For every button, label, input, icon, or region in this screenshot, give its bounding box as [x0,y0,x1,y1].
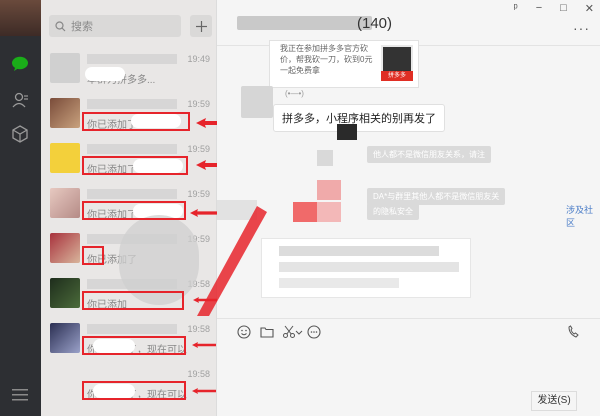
scissors-icon[interactable] [282,325,296,339]
annotation-box [82,156,188,175]
red-smear [197,206,267,316]
chevron-down-icon[interactable] [295,325,303,339]
annotation-arrow [192,388,216,394]
sender-name: (•—•) [285,89,304,98]
avatar [50,233,80,263]
conversation-name-blurred [87,324,177,334]
avatar [50,98,80,128]
mosaic-block [337,124,357,140]
avatar [50,278,80,308]
plus-icon [195,20,207,32]
conversation-time: 19:59 [187,144,210,154]
list-item[interactable]: 19:49 本群为拼多多... [41,47,216,92]
sender-avatar[interactable] [241,86,273,118]
folder-icon[interactable] [260,325,274,339]
emoji-icon[interactable] [237,325,251,339]
avatar [50,323,80,353]
conversation-time: 19:59 [187,99,210,109]
chat-icon[interactable] [10,54,30,74]
annotation-box [82,201,186,220]
window-controls: ᵖ − □ ✕ [514,2,594,15]
mosaic-block [317,202,341,222]
annotation-arrow [192,342,216,348]
conversation-name-blurred [87,189,177,199]
minimize-button[interactable]: − [536,2,542,15]
group-name-blurred [237,16,372,30]
conversation-time: 19:58 [187,369,210,379]
conversation-name-blurred [87,54,177,64]
annotation-box [82,291,184,310]
system-notice-link[interactable]: 涉及社区 [566,203,600,229]
conversation-time: 19:59 [187,189,210,199]
member-count: (140) [357,15,393,32]
annotation-box [82,112,190,131]
send-button[interactable]: 发送(S) [531,391,577,411]
maximize-button[interactable]: □ [560,2,567,15]
system-notice: 他人都不是微信朋友关系，请注 [367,146,491,163]
search-placeholder: 搜索 [71,21,93,33]
contacts-icon[interactable] [10,90,30,110]
menu-icon[interactable] [12,388,28,402]
card-badge: 拼多多 [381,71,413,81]
mosaic-block [293,202,317,222]
close-button[interactable]: ✕ [585,2,594,15]
blur-patch [85,67,125,81]
search-box[interactable]: 搜索 [49,15,181,37]
search-icon [55,20,66,31]
chat-panel: (140) ᵖ − □ ✕ ··· 我正在参加拼多多官方砍价，帮我砍一刀，砍到0… [197,0,600,416]
more-options-icon[interactable]: ··· [573,20,590,36]
avatar [50,368,80,398]
avatar [50,53,80,83]
mosaic-block [279,246,439,256]
mosaic-block [279,262,459,272]
conversation-name-blurred [87,99,177,109]
wechat-window: 搜索 19:49 本群为拼多多... 19:59 你已添加了 19:59 你已添… [0,0,600,416]
avatar [50,143,80,173]
conversation-time: 19:58 [187,324,210,334]
nav-rail [0,0,41,416]
call-icon[interactable] [567,325,581,339]
conversation-time: 19:49 [187,54,210,64]
input-toolbar [217,318,600,340]
mosaic-block [279,278,399,288]
annotation-box [82,381,186,400]
pin-icon[interactable]: ᵖ [514,2,518,15]
annotation-box [82,246,104,265]
user-avatar[interactable] [0,0,41,36]
mosaic-block [317,150,333,166]
avatar [50,188,80,218]
card-text: 我正在参加拼多多官方砍价，帮我砍一刀，砍到0元一起免费拿 [280,44,373,75]
chat-bubble-icon[interactable] [307,325,321,339]
annotation-box [82,336,186,355]
favorites-cube-icon[interactable] [10,124,30,144]
add-chat-button[interactable] [190,15,212,37]
conversation-name-blurred [87,144,177,154]
shared-link-card[interactable]: 我正在参加拼多多官方砍价，帮我砍一刀，砍到0元一起免费拿 拼多多 [269,40,419,88]
message-bubble[interactable]: 拼多多，小程序相关的别再发了 [273,104,445,132]
system-notice: 的隐私安全 [367,203,419,220]
mosaic-block [317,180,341,200]
